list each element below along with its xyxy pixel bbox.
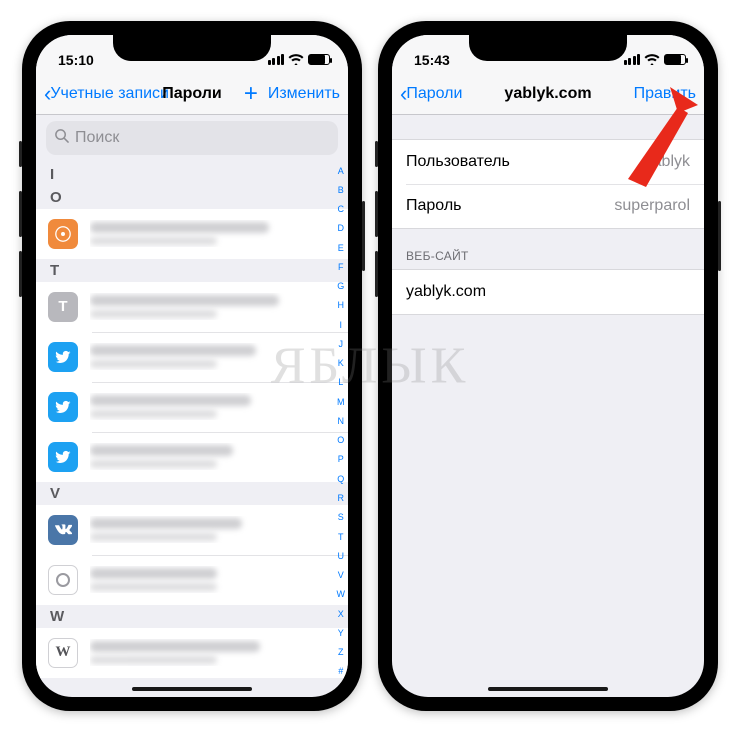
back-button[interactable]: ‹ Учетные записи — [44, 83, 169, 105]
app-icon — [48, 565, 78, 595]
add-button[interactable]: + — [244, 80, 258, 108]
username-value: yablyk — [645, 153, 690, 171]
password-list[interactable]: ABCDEFGHIJKLMNOPQRSTUVWXYZ# I O T T — [36, 163, 348, 683]
vk-icon — [48, 515, 78, 545]
cell-signal-icon — [624, 54, 641, 65]
phone-right: 15:43 ‹ Пароли yablyk.com Править — [378, 21, 718, 711]
list-item[interactable] — [36, 332, 348, 382]
section-t: T — [36, 259, 348, 282]
list-item[interactable] — [36, 505, 348, 555]
section-o: O — [36, 186, 348, 209]
website-group: yablyk.com — [392, 269, 704, 315]
back-label: Пароли — [406, 85, 462, 103]
username-cell[interactable]: Пользователь yablyk — [392, 140, 704, 184]
password-label: Пароль — [406, 197, 462, 215]
navbar: ‹ Учетные записи Пароли + Изменить — [36, 75, 348, 115]
section-v: V — [36, 482, 348, 505]
section-w: W — [36, 605, 348, 628]
twitter-icon — [48, 442, 78, 472]
index-bar[interactable]: ABCDEFGHIJKLMNOPQRSTUVWXYZ# — [337, 167, 346, 677]
list-item[interactable] — [36, 555, 348, 605]
notch — [113, 35, 271, 61]
edit-button[interactable]: Изменить — [268, 85, 340, 103]
website-cell[interactable]: yablyk.com — [392, 270, 704, 314]
search-input[interactable]: Поиск — [46, 121, 338, 155]
navbar: ‹ Пароли yablyk.com Править — [392, 75, 704, 115]
status-icons — [624, 52, 687, 68]
status-time: 15:10 — [58, 52, 94, 68]
list-item[interactable]: W — [36, 628, 348, 678]
app-icon — [48, 219, 78, 249]
search-icon — [54, 128, 69, 148]
phone-left: 15:10 ‹ Учетные записи Пароли + Изм — [22, 21, 362, 711]
section-i: I — [36, 163, 348, 186]
status-icons — [268, 52, 331, 68]
notch — [469, 35, 627, 61]
wifi-icon — [644, 52, 660, 68]
home-indicator[interactable] — [132, 687, 252, 691]
section-y: Y — [36, 678, 348, 683]
home-indicator[interactable] — [488, 687, 608, 691]
twitter-icon — [48, 342, 78, 372]
list-item[interactable] — [36, 432, 348, 482]
screen-left: 15:10 ‹ Учетные записи Пароли + Изм — [36, 35, 348, 697]
credentials-group: Пользователь yablyk Пароль superparol — [392, 139, 704, 229]
search-placeholder: Поиск — [75, 129, 119, 147]
back-button[interactable]: ‹ Пароли — [400, 83, 462, 105]
edit-button[interactable]: Править — [634, 85, 696, 103]
website-value: yablyk.com — [406, 283, 486, 301]
screen-right: 15:43 ‹ Пароли yablyk.com Править — [392, 35, 704, 697]
back-label: Учетные записи — [50, 85, 169, 103]
list-item[interactable]: T — [36, 282, 348, 332]
password-value: superparol — [614, 197, 690, 215]
list-item[interactable] — [36, 382, 348, 432]
wikipedia-icon: W — [48, 638, 78, 668]
list-item[interactable] — [36, 209, 348, 259]
battery-icon — [664, 54, 686, 65]
wifi-icon — [288, 52, 304, 68]
twitter-icon — [48, 392, 78, 422]
website-header: ВЕБ-САЙТ — [392, 229, 704, 269]
app-icon: T — [48, 292, 78, 322]
password-cell[interactable]: Пароль superparol — [406, 184, 704, 228]
cell-signal-icon — [268, 54, 285, 65]
status-time: 15:43 — [414, 52, 450, 68]
username-label: Пользователь — [406, 153, 510, 171]
battery-icon — [308, 54, 330, 65]
